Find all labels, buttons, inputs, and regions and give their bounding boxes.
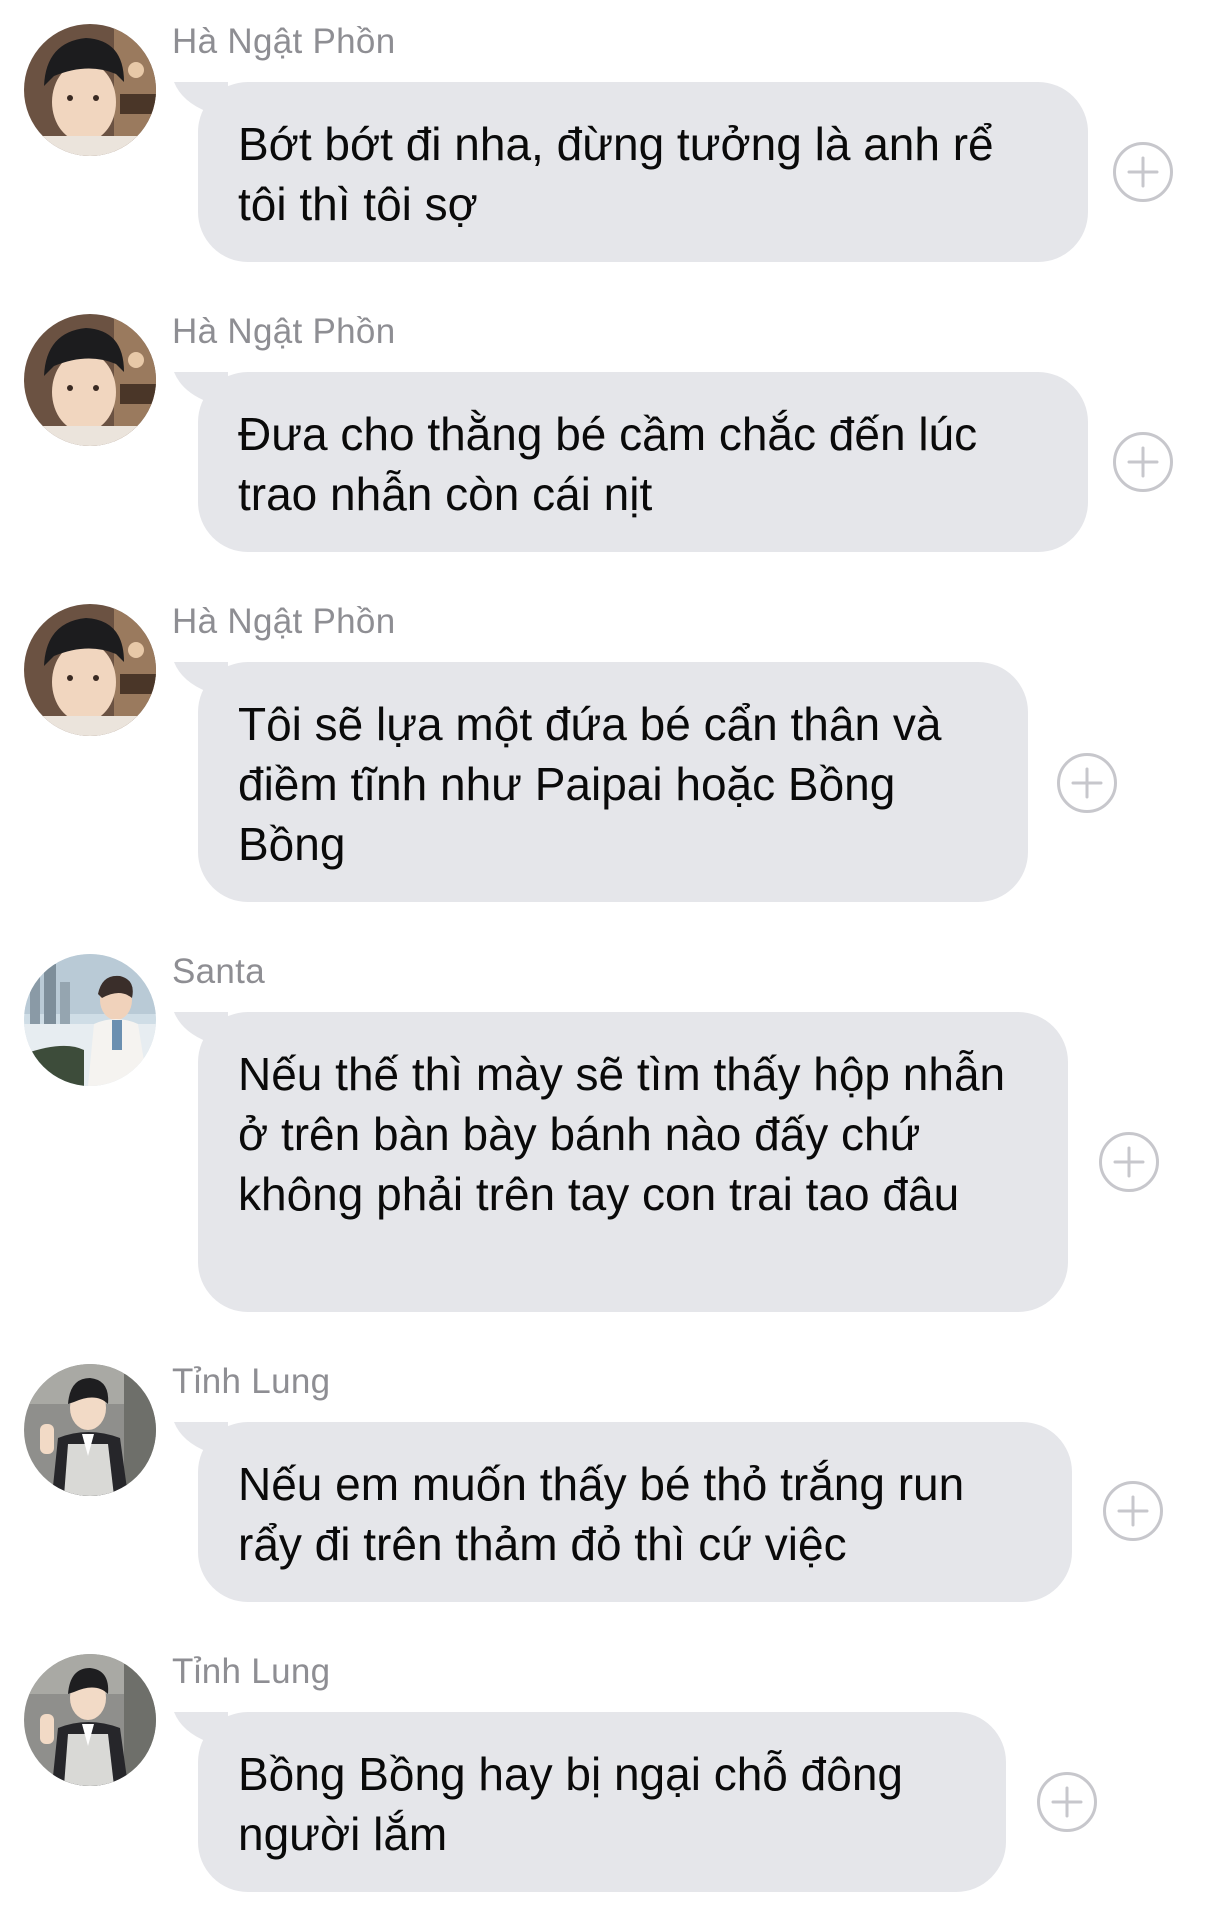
message-row: Hà Ngật Phồn Bớt bớt đi nha, đừng tưởng … (0, 0, 1222, 280)
sender-name: Hà Ngật Phồn (172, 22, 396, 61)
message-bubble[interactable]: Nếu thế thì mày sẽ tìm thấy hộp nhẫn ở t… (198, 1012, 1068, 1312)
avatar-photo (24, 954, 156, 1086)
avatar-photo (24, 314, 156, 446)
avatar[interactable] (24, 954, 156, 1086)
add-reaction-icon (1113, 432, 1173, 492)
sender-name: Hà Ngật Phồn (172, 602, 396, 641)
avatar[interactable] (24, 604, 156, 736)
avatar-photo (24, 604, 156, 736)
sender-name: Santa (172, 952, 265, 991)
message-row: Santa Nếu thế thì mày sẽ tìm thấy hộp nh… (0, 930, 1222, 1320)
add-reaction-button[interactable] (1112, 431, 1174, 493)
message-text: Bớt bớt đi nha, đừng tưởng là anh rể tôi… (238, 118, 994, 230)
sender-name: Hà Ngật Phồn (172, 312, 396, 351)
add-reaction-button[interactable] (1056, 752, 1118, 814)
sender-name: Tỉnh Lung (172, 1652, 331, 1691)
message-row: Hà Ngật Phồn Tôi sẽ lựa một đứa bé cẩn t… (0, 580, 1222, 910)
avatar[interactable] (24, 24, 156, 156)
add-reaction-icon (1113, 142, 1173, 202)
sender-name: Tỉnh Lung (172, 1362, 331, 1401)
avatar-photo (24, 1654, 156, 1786)
message-row: Hà Ngật Phồn Đưa cho thằng bé cầm chắc đ… (0, 290, 1222, 570)
message-bubble[interactable]: Tôi sẽ lựa một đứa bé cẩn thân và điềm t… (198, 662, 1028, 902)
add-reaction-button[interactable] (1112, 141, 1174, 203)
avatar-photo (24, 1364, 156, 1496)
message-bubble[interactable]: Nếu em muốn thấy bé thỏ trắng run rẩy đi… (198, 1422, 1072, 1602)
chat-thread: Hà Ngật Phồn Bớt bớt đi nha, đừng tưởng … (0, 0, 1222, 1920)
message-text: Đưa cho thằng bé cầm chắc đến lúc trao n… (238, 408, 978, 520)
message-text: Nếu em muốn thấy bé thỏ trắng run rẩy đi… (238, 1458, 965, 1570)
message-bubble[interactable]: Bồng Bồng hay bị ngại chỗ đông người lắm (198, 1712, 1006, 1892)
add-reaction-icon (1037, 1772, 1097, 1832)
add-reaction-button[interactable] (1102, 1480, 1164, 1542)
message-row: Tỉnh Lung Bồng Bồng hay bị ngại chỗ đông… (0, 1630, 1222, 1920)
avatar[interactable] (24, 1654, 156, 1786)
message-text: Nếu thế thì mày sẽ tìm thấy hộp nhẫn ở t… (238, 1048, 1006, 1220)
message-text: Tôi sẽ lựa một đứa bé cẩn thân và điềm t… (238, 698, 942, 870)
message-text: Bồng Bồng hay bị ngại chỗ đông người lắm (238, 1748, 903, 1860)
message-bubble[interactable]: Bớt bớt đi nha, đừng tưởng là anh rể tôi… (198, 82, 1088, 262)
add-reaction-icon (1057, 753, 1117, 813)
add-reaction-button[interactable] (1098, 1131, 1160, 1193)
add-reaction-button[interactable] (1036, 1771, 1098, 1833)
avatar-photo (24, 24, 156, 156)
message-bubble[interactable]: Đưa cho thằng bé cầm chắc đến lúc trao n… (198, 372, 1088, 552)
avatar[interactable] (24, 1364, 156, 1496)
message-row: Tỉnh Lung Nếu em muốn thấy bé thỏ trắng … (0, 1340, 1222, 1620)
avatar[interactable] (24, 314, 156, 446)
add-reaction-icon (1099, 1132, 1159, 1192)
add-reaction-icon (1103, 1481, 1163, 1541)
